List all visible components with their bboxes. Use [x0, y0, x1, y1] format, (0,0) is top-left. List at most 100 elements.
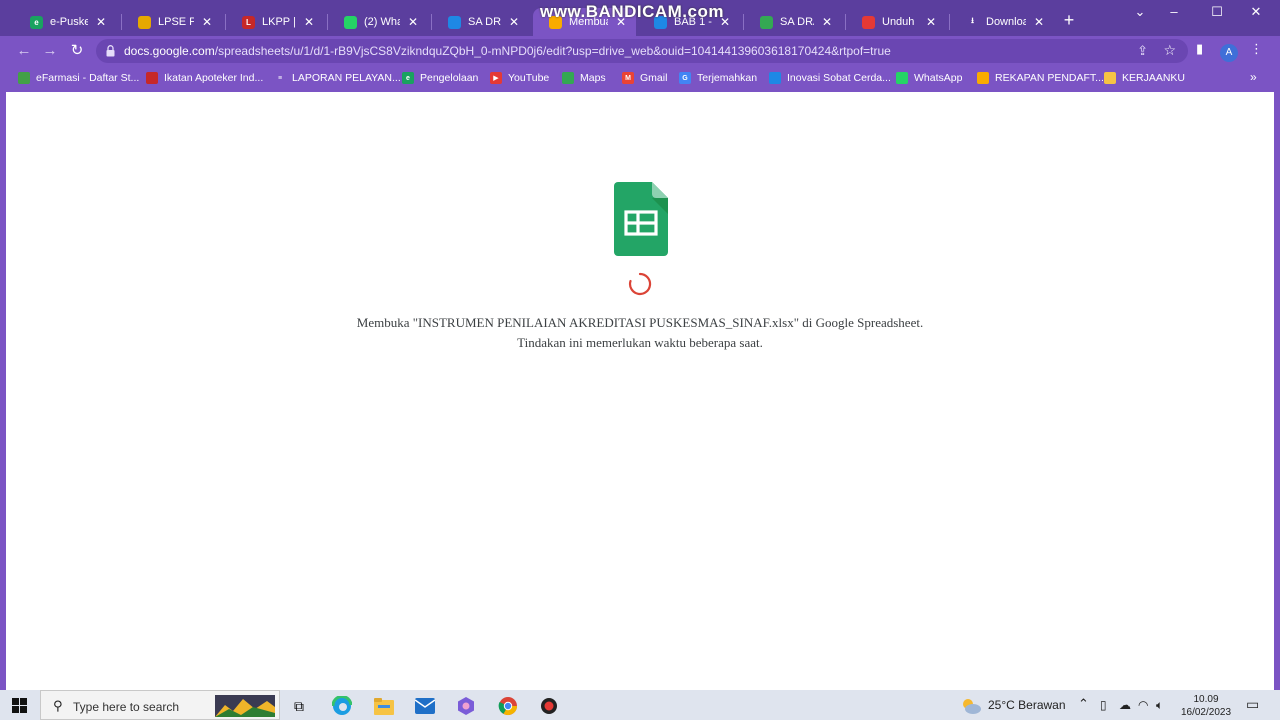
weather-cloudy-icon — [960, 695, 982, 717]
bookmark-label: Ikatan Apoteker Ind... — [164, 72, 264, 84]
drive-icon — [760, 15, 773, 29]
close-tab-icon[interactable]: ✕ — [200, 15, 214, 29]
tab-3[interactable]: L LKPP | INAPROC ✕ — [226, 8, 324, 36]
bookmark-item[interactable]: REKAPAN PENDAFT... — [977, 72, 1104, 84]
window-edge-right — [1274, 92, 1280, 690]
tab-9[interactable]: Unduh Bandicam ✕ — [846, 8, 946, 36]
drive-icon — [448, 15, 461, 29]
bookmark-item[interactable]: ≡ LAPORAN PELAYAN... — [274, 72, 401, 84]
task-view-icon[interactable]: ⧉ — [288, 695, 310, 717]
tab-separator — [121, 14, 122, 30]
bookmark-item[interactable]: G Terjemahkan — [679, 72, 757, 84]
chrome-icon[interactable] — [497, 695, 519, 717]
drive-icon — [769, 72, 781, 84]
tab-separator — [431, 14, 432, 30]
tab-5[interactable]: SA DRAFT ✕ — [432, 8, 529, 36]
bandicam-watermark: www.BANDICAM.com — [540, 2, 724, 21]
tab-search-icon[interactable]: ⌄ — [1128, 4, 1152, 20]
mail-icon[interactable] — [414, 695, 436, 717]
tab-separator — [949, 14, 950, 30]
bookmark-item[interactable]: M Gmail — [622, 72, 667, 84]
tab-strip: e e-Puskesmas ✕ LPSE Provinsi ✕ L LKPP | INAPR… — [0, 0, 1280, 36]
maps-icon — [562, 72, 574, 84]
new-tab-button[interactable]: + — [1060, 11, 1078, 29]
windows-taskbar: ⚲ Type here to search ⧉ 25°C Berawan ⌃ ▯… — [0, 690, 1280, 720]
tray-cloud-icon[interactable]: ☁ — [1119, 698, 1131, 712]
bookmark-star-icon[interactable]: ☆ — [1163, 42, 1176, 59]
close-tab-icon[interactable]: ✕ — [924, 15, 938, 29]
back-icon[interactable]: ← — [14, 41, 34, 61]
close-tab-icon[interactable]: ✕ — [302, 15, 316, 29]
browser-toolbar: ← → ↻ docs.google.com/spreadsheets/u/1/d… — [0, 36, 1280, 66]
side-panel-icon[interactable]: ▮ — [1196, 41, 1203, 57]
tab-separator — [225, 14, 226, 30]
close-tab-icon[interactable]: ✕ — [94, 15, 108, 29]
bookmark-item[interactable]: KERJAANKU — [1104, 72, 1185, 84]
bookmark-item[interactable]: WhatsApp — [896, 72, 962, 84]
list-icon: ≡ — [274, 72, 286, 84]
bookmark-item[interactable]: Ikatan Apoteker Ind... — [146, 72, 263, 84]
close-tab-icon[interactable]: ✕ — [1032, 15, 1046, 29]
bandicam-icon — [862, 15, 875, 29]
bookmarks-bar: eFarmasi - Daftar St... Ikatan Apoteker I… — [0, 66, 1280, 92]
close-tab-icon[interactable]: ✕ — [820, 15, 834, 29]
bookmark-label: eFarmasi - Daftar St... — [36, 72, 140, 84]
bookmark-item[interactable]: e Pengelolaan — [402, 72, 478, 84]
folder-icon — [1104, 72, 1116, 84]
tab-separator — [845, 14, 846, 30]
bookmark-item[interactable]: Maps — [562, 72, 606, 84]
tray-device-icon[interactable]: ▯ — [1100, 698, 1107, 712]
share-icon[interactable]: ⇪ — [1137, 43, 1148, 59]
bookmark-label: Inovasi Sobat Cerda... — [787, 72, 891, 84]
efarmasi-icon — [18, 72, 30, 84]
bookmarks-overflow-icon[interactable]: » — [1250, 70, 1257, 84]
tab-2[interactable]: LPSE Provinsi ✕ — [122, 8, 222, 36]
bookmark-label: LAPORAN PELAYAN... — [292, 72, 401, 84]
bookmark-item[interactable]: Inovasi Sobat Cerda... — [769, 72, 891, 84]
search-highlight-icon — [215, 695, 275, 717]
tab-title: LKPP | INAPROC — [262, 16, 296, 28]
weather-text[interactable]: 25°C Berawan — [988, 698, 1066, 712]
page-content: Membuka "INSTRUMEN PENILAIAN AKREDITASI … — [6, 92, 1274, 690]
tab-8[interactable]: SA DRAFT ✕ — [744, 8, 842, 36]
tab-1[interactable]: e e-Puskesmas ✕ — [14, 8, 116, 36]
close-window-button[interactable]: ✕ — [1244, 4, 1268, 20]
bookmark-label: KERJAANKU — [1122, 72, 1186, 84]
taskbar-search-box[interactable]: ⚲ Type here to search — [40, 690, 280, 720]
reload-icon[interactable]: ↻ — [67, 41, 87, 61]
close-tab-icon[interactable]: ✕ — [507, 15, 521, 29]
tab-title: SA DRAFT — [780, 16, 814, 28]
tab-title: Unduh Bandicam — [882, 16, 918, 28]
youtube-icon: ▶ — [490, 72, 502, 84]
loading-message-line1: Membuka "INSTRUMEN PENILAIAN AKREDITASI … — [356, 315, 924, 330]
taskbar-clock[interactable]: 10.09 16/02/2023 — [1176, 693, 1236, 719]
bookmark-item[interactable]: ▶ YouTube — [490, 72, 549, 84]
wifi-icon[interactable]: ◠ — [1138, 698, 1148, 712]
tab-title: e-Puskesmas — [50, 16, 88, 28]
address-bar[interactable]: docs.google.com/spreadsheets/u/1/d/1-rB9… — [96, 39, 1188, 63]
file-explorer-icon[interactable] — [373, 695, 395, 717]
minimize-button[interactable]: – — [1162, 4, 1186, 19]
tray-overflow-chevron-icon[interactable]: ⌃ — [1078, 696, 1089, 712]
bookmark-label: Pengelolaan — [420, 72, 479, 84]
profile-avatar[interactable]: A — [1220, 44, 1238, 62]
bookmark-label: YouTube — [508, 72, 550, 84]
windows-start-icon[interactable] — [12, 698, 27, 713]
tab-4[interactable]: (2) WhatsApp ✕ — [328, 8, 428, 36]
menu-kebab-icon[interactable]: ⋮ — [1250, 41, 1263, 57]
notification-icon[interactable]: ▭ — [1246, 696, 1259, 713]
maximize-button[interactable]: ☐ — [1205, 4, 1229, 20]
bandicam-record-icon[interactable] — [538, 695, 560, 717]
forward-icon[interactable]: → — [40, 41, 60, 61]
copilot-app-icon[interactable] — [455, 695, 477, 717]
close-tab-icon[interactable]: ✕ — [406, 15, 420, 29]
url-text: docs.google.com/spreadsheets/u/1/d/1-rB9… — [124, 44, 891, 58]
bookmark-item[interactable]: eFarmasi - Daftar St... — [18, 72, 139, 84]
volume-icon[interactable]: 🔈︎ — [1156, 698, 1163, 713]
edge-browser-icon[interactable] — [331, 695, 353, 717]
tab-separator — [743, 14, 744, 30]
whatsapp-icon — [896, 72, 908, 84]
tab-10[interactable]: ⭳ Downloads ✕ — [950, 8, 1054, 36]
iai-icon — [146, 72, 158, 84]
clock-time: 10.09 — [1193, 694, 1219, 705]
